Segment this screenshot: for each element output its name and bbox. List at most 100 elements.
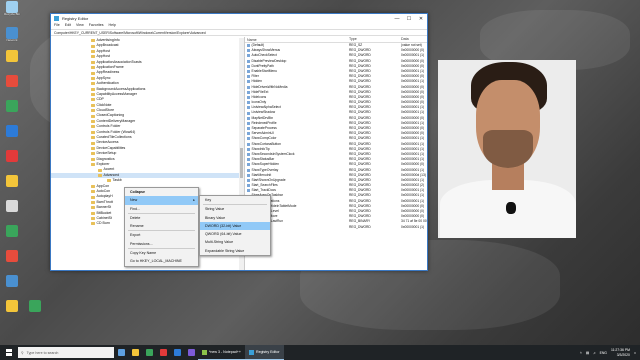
context-menu-item[interactable]: New ▸ <box>125 196 198 205</box>
desktop-shortcut[interactable] <box>1 200 23 222</box>
desktop-shortcut[interactable] <box>1 275 23 297</box>
chevron-up-icon[interactable]: ˄ <box>580 351 582 355</box>
app-icon <box>159 349 167 356</box>
new-submenu-item[interactable]: Multi-String Value <box>200 238 270 246</box>
context-menu-item-label: Rename <box>130 224 144 229</box>
desktop-shortcut[interactable] <box>1 300 23 322</box>
desktop-shortcut[interactable] <box>1 50 23 72</box>
folder-icon <box>91 39 95 43</box>
close-button[interactable]: ✕ <box>415 16 427 22</box>
folder-icon <box>91 55 95 59</box>
value-type-icon <box>247 44 250 48</box>
clock[interactable]: 11:27:36 PM 3/3/2020 <box>611 348 630 356</box>
column-type[interactable]: Type <box>349 37 401 42</box>
column-data[interactable]: Data <box>401 37 427 42</box>
folder-icon <box>91 60 95 64</box>
context-menu-item[interactable]: Rename <box>125 222 198 230</box>
folder-icon <box>91 120 95 124</box>
title-bar[interactable]: Registry Editor — ☐ ✕ <box>51 14 427 23</box>
folder-icon <box>98 168 102 172</box>
desktop-shortcut[interactable] <box>1 125 23 147</box>
folder-icon <box>91 222 95 226</box>
microphone-icon <box>506 202 516 214</box>
value-type-icon <box>247 168 250 172</box>
pinned-apps <box>114 345 198 360</box>
context-menu-item[interactable]: Export <box>125 231 198 239</box>
taskbar-search-box[interactable]: ⚲ Type here to search <box>18 347 114 358</box>
address-bar[interactable]: Computer\HKEY_CURRENT_USER\Software\Micr… <box>51 29 427 36</box>
context-menu-item[interactable]: Find... <box>125 205 198 213</box>
desktop-icons: Recycle Bin Network <box>0 0 48 345</box>
desktop-shortcut[interactable] <box>1 75 23 97</box>
pinned-app-button[interactable] <box>184 345 198 360</box>
menu-edit[interactable]: Edit <box>65 23 71 29</box>
pinned-app-button[interactable] <box>114 345 128 360</box>
value-row[interactable]: WebViewREG_DWORD0x00000001 (1) <box>245 225 427 230</box>
values-pane: Name Type Data (Default) REG_SZ (value not… <box>245 37 427 270</box>
network-icon[interactable]: ▤ <box>586 351 589 355</box>
new-submenu-item-label: Binary Value <box>205 215 226 220</box>
folder-icon <box>91 163 95 167</box>
menu-favorites[interactable]: Favorites <box>89 23 104 29</box>
pinned-app-button[interactable] <box>128 345 142 360</box>
folder-icon <box>91 217 95 221</box>
new-submenu-item[interactable]: Binary Value <box>200 214 270 222</box>
desktop-shortcut[interactable] <box>1 250 23 272</box>
pinned-app-button[interactable] <box>156 345 170 360</box>
maximize-button[interactable]: ☐ <box>403 16 415 22</box>
pinned-app-button[interactable] <box>170 345 184 360</box>
context-menu-item[interactable]: Permissions... <box>125 240 198 248</box>
system-tray: ˄ ▤ ♫ ENG 11:27:36 PM 3/3/2020 □ <box>580 348 640 356</box>
shortcut-icon <box>6 1 18 13</box>
value-type-icon <box>247 137 250 141</box>
desktop-shortcut[interactable]: Recycle Bin <box>1 1 23 23</box>
context-menu-item[interactable]: Collapse <box>125 188 198 196</box>
folder-icon <box>91 98 95 102</box>
folder-icon <box>91 195 95 199</box>
context-menu: Collapse New ▸ Find... Delete Rename Export Per… <box>124 187 199 267</box>
notifications-icon[interactable]: □ <box>634 351 636 355</box>
app-icon <box>145 349 153 356</box>
minimize-button[interactable]: — <box>391 16 403 22</box>
desktop-shortcut[interactable] <box>24 300 46 322</box>
menu-file[interactable]: File <box>54 23 60 29</box>
start-button[interactable] <box>0 345 18 360</box>
folder-icon <box>91 66 95 70</box>
desktop-shortcut[interactable]: Network <box>1 27 23 49</box>
desktop-shortcut[interactable] <box>1 100 23 122</box>
volume-icon[interactable]: ♫ <box>593 351 596 355</box>
context-menu-item[interactable]: Delete <box>125 214 198 222</box>
taskbar-app-label: *new 3 - Notepad++ <box>209 350 241 354</box>
new-submenu-item[interactable]: Expandable String Value <box>200 247 270 255</box>
tree-scrollbar-thumb[interactable] <box>240 148 243 178</box>
folder-icon <box>91 190 95 194</box>
language-indicator[interactable]: ENG <box>600 351 607 355</box>
folder-icon <box>91 87 95 91</box>
desktop-shortcut[interactable] <box>1 150 23 172</box>
context-menu-item-label: Copy Key Name <box>130 251 157 256</box>
new-submenu-item[interactable]: QWORD (64-bit) Value <box>200 230 270 238</box>
menu-help[interactable]: Help <box>109 23 116 29</box>
menu-view[interactable]: View <box>76 23 84 29</box>
folder-icon <box>91 130 95 134</box>
folder-icon <box>91 157 95 161</box>
new-submenu-item[interactable]: String Value <box>200 205 270 213</box>
new-submenu-item[interactable]: Key <box>200 196 270 204</box>
folder-icon <box>91 109 95 113</box>
context-menu-item[interactable]: Copy Key Name <box>125 249 198 257</box>
taskbar-app-button[interactable]: Registry Editor <box>244 345 284 360</box>
pinned-app-button[interactable] <box>142 345 156 360</box>
tree-item-label: CD Burn <box>96 221 110 226</box>
desktop-shortcut[interactable] <box>1 175 23 197</box>
context-menu-item[interactable]: Go to HKEY_LOCAL_MACHINE <box>125 257 198 265</box>
taskbar-app-button[interactable]: *new 3 - Notepad++ <box>198 345 245 360</box>
new-submenu-item[interactable]: DWORD (32-bit) Value <box>200 221 270 231</box>
value-type-icon <box>247 121 250 125</box>
value-type-icon <box>247 75 250 79</box>
context-menu-item-label: New <box>130 198 138 203</box>
value-type-icon <box>247 49 250 53</box>
shortcut-icon <box>6 125 18 137</box>
desktop-shortcut[interactable] <box>1 225 23 247</box>
shortcut-icon <box>6 300 18 312</box>
column-name[interactable]: Name <box>245 37 349 42</box>
